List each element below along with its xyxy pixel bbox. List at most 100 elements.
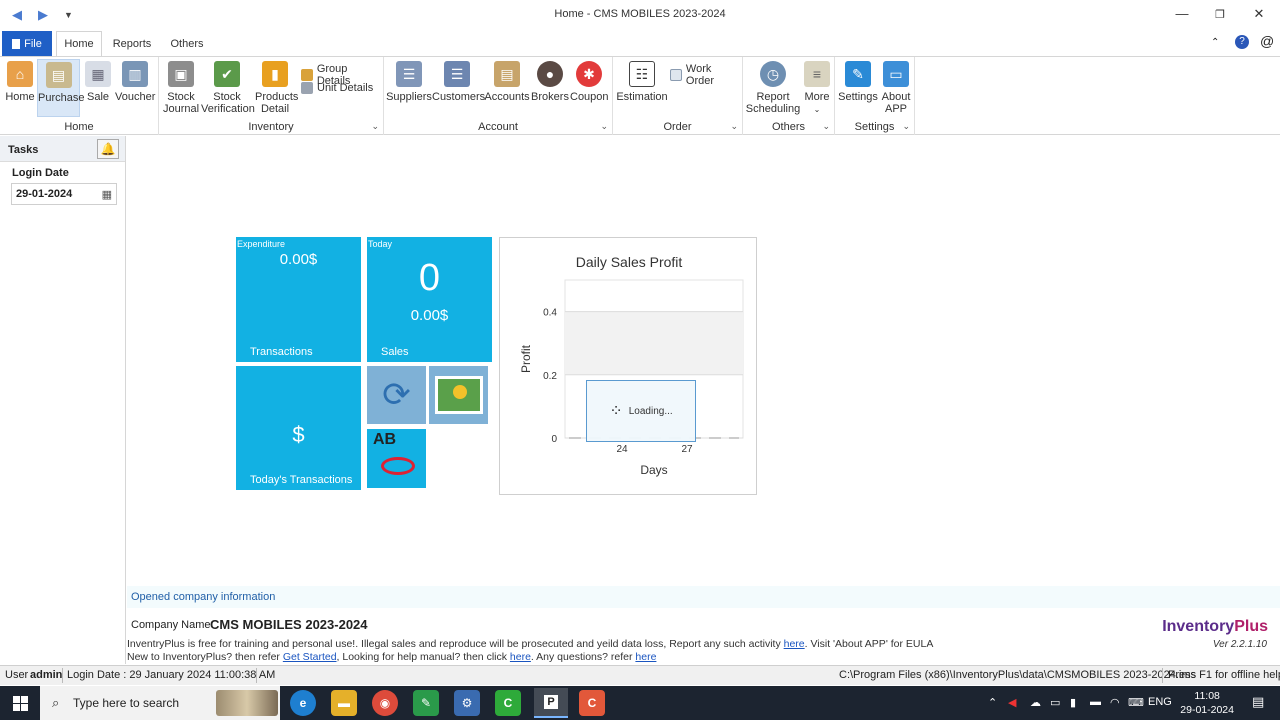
unit-details-button[interactable]: Unit Details: [301, 82, 373, 94]
tray-app-icon[interactable]: ◀: [1008, 696, 1016, 709]
tab-home[interactable]: Home: [56, 31, 102, 56]
bell-icon[interactable]: 🔔: [97, 139, 119, 159]
tray-cloud-icon[interactable]: ☁: [1030, 696, 1041, 709]
window-title: Home - CMS MOBILES 2023-2024: [554, 8, 726, 20]
camtasia-red-icon[interactable]: C: [579, 690, 605, 716]
y-tick-label: 0.4: [543, 308, 557, 319]
sale-button[interactable]: ▦ Sale: [84, 59, 112, 103]
edge-icon[interactable]: e: [290, 690, 316, 716]
opened-company-info: Opened company information: [131, 591, 276, 603]
customers-button[interactable]: ☰ Customers: [432, 59, 485, 103]
wifi-icon[interactable]: ◠: [1110, 696, 1120, 709]
purchase-button[interactable]: ▤ Purchase: [37, 59, 84, 117]
expenditure-tile[interactable]: Expenditure 0.00$ Transactions: [236, 237, 361, 362]
refresh-tile[interactable]: ⟳: [367, 366, 426, 424]
y-tick-label: 0.2: [543, 371, 557, 382]
tasks-title: Tasks: [8, 144, 39, 156]
spell-check-tile[interactable]: AB: [367, 429, 426, 488]
products-detail-button[interactable]: ▮ Products Detail: [255, 59, 298, 115]
about-app-button[interactable]: ▭ About APP: [879, 59, 913, 115]
questions-link[interactable]: here: [635, 651, 656, 663]
taskbar-search-box[interactable]: ⌕ Type here to search: [40, 686, 280, 720]
suppliers-button[interactable]: ☰ Suppliers: [386, 59, 432, 103]
grid-band: [565, 311, 743, 375]
today-sales-tile[interactable]: Today 0 0.00$ Sales: [367, 237, 492, 362]
tab-file[interactable]: File: [2, 31, 52, 56]
stock-journal-button[interactable]: ▣ Stock Journal: [161, 59, 201, 115]
minimize-icon[interactable]: —: [1172, 6, 1192, 21]
voucher-button[interactable]: ▥ Voucher: [115, 59, 155, 103]
report-scheduling-button[interactable]: ◷ Report Scheduling: [745, 59, 801, 115]
ribbon-group-order: ☷ Estimation Work Order Order ⌄: [613, 57, 743, 135]
accounts-icon: ▤: [494, 61, 520, 87]
coupon-icon: ✱: [576, 61, 602, 87]
inventoryplus-taskbar-icon[interactable]: P: [534, 688, 568, 718]
group-expand-icon[interactable]: ⌄: [371, 121, 379, 132]
tray-battery-icon[interactable]: ▬: [1090, 696, 1101, 708]
camtasia-green-icon[interactable]: C: [495, 690, 521, 716]
chart-svg: 0 0.2 0.4 24 27 Daily Sales Profit Days Profit: [519, 254, 744, 477]
tray-mic-icon[interactable]: ▮: [1070, 696, 1076, 709]
group-expand-icon[interactable]: ⌄: [902, 121, 910, 132]
more-icon: ≡: [804, 61, 830, 87]
file-explorer-icon[interactable]: ▬: [331, 690, 357, 716]
ribbon-group-others: ◷ Report Scheduling ≡ More ⌄ Others ⌄: [743, 57, 835, 135]
language-indicator[interactable]: ENG: [1148, 696, 1172, 708]
picture-icon: [434, 376, 483, 414]
todays-transactions-tile[interactable]: $ Today's Transactions: [236, 366, 361, 490]
calendar-icon[interactable]: ▦: [102, 188, 112, 201]
help-icon[interactable]: ?: [1235, 35, 1249, 49]
windows-taskbar: ⌕ Type here to search e ▬ ◉ ✎ ⚙ C P C ⌃ …: [0, 686, 1280, 720]
at-sign-icon[interactable]: @: [1260, 33, 1274, 49]
settings-gear-icon[interactable]: ⚙: [454, 690, 480, 716]
group-expand-icon[interactable]: ⌄: [822, 121, 830, 132]
keyboard-icon[interactable]: ⌨: [1128, 696, 1144, 709]
tray-expand-icon[interactable]: ⌃: [988, 696, 997, 709]
windows-start-button[interactable]: [0, 686, 40, 720]
ribbon-group-inventory: ▣ Stock Journal ✔ Stock Verification ▮ P…: [159, 57, 384, 135]
clock-icon: ◷: [760, 61, 786, 87]
collapse-ribbon-icon[interactable]: ⌃: [1211, 37, 1219, 48]
chrome-icon[interactable]: ◉: [372, 690, 398, 716]
y-axis-label: Profit: [519, 344, 533, 373]
settings-icon: ✎: [845, 61, 871, 87]
app-green-icon[interactable]: ✎: [413, 690, 439, 716]
ribbon-group-settings: ✎ Settings ▭ About APP Settings ⌄: [835, 57, 915, 135]
group-expand-icon[interactable]: ⌄: [600, 121, 608, 132]
sale-icon: ▦: [85, 61, 111, 87]
purchase-icon: ▤: [45, 62, 72, 88]
brokers-button[interactable]: ● Brokers: [531, 59, 569, 103]
unit-details-icon: [301, 82, 313, 94]
more-button[interactable]: ≡ More ⌄: [802, 59, 832, 116]
close-icon[interactable]: ✕: [1249, 6, 1269, 22]
notifications-icon[interactable]: ▤: [1252, 694, 1264, 710]
group-expand-icon[interactable]: ⌄: [730, 121, 738, 132]
estimation-button[interactable]: ☷ Estimation: [616, 59, 668, 103]
products-detail-icon: ▮: [262, 61, 288, 87]
report-activity-link[interactable]: here: [784, 638, 805, 650]
accounts-button[interactable]: ▤ Accounts: [484, 59, 530, 103]
settings-button[interactable]: ✎ Settings: [838, 59, 878, 103]
spinner-icon: ⁘: [609, 403, 623, 420]
maximize-icon[interactable]: ❐: [1210, 8, 1230, 21]
get-started-link[interactable]: Get Started: [283, 651, 337, 663]
file-icon: [12, 38, 21, 49]
taskbar-clock[interactable]: 11:08 29-01-2024: [1180, 689, 1234, 717]
company-name-label: Company Name: [131, 619, 211, 631]
tray-monitor-icon[interactable]: ▭: [1050, 696, 1060, 709]
stock-verification-button[interactable]: ✔ Stock Verification: [201, 59, 255, 115]
suppliers-icon: ☰: [396, 61, 422, 87]
work-order-button[interactable]: Work Order: [670, 63, 742, 87]
login-date-field[interactable]: 29-01-2024 ▦: [11, 183, 117, 205]
x-tick-label: 27: [681, 444, 693, 455]
tab-others[interactable]: Others: [164, 31, 210, 56]
tab-reports[interactable]: Reports: [108, 31, 156, 56]
help-manual-link[interactable]: here: [510, 651, 531, 663]
ribbon-group-home: ⌂ Home ▤ Purchase ▦ Sale ▥ Voucher Home: [0, 57, 159, 135]
home-button[interactable]: ⌂ Home: [4, 59, 36, 103]
stock-verification-icon: ✔: [214, 61, 240, 87]
gallery-tile[interactable]: [429, 366, 488, 424]
search-highlight-image: [216, 690, 278, 716]
coupon-button[interactable]: ✱ Coupon: [570, 59, 609, 103]
group-label-order: Order: [663, 121, 692, 133]
